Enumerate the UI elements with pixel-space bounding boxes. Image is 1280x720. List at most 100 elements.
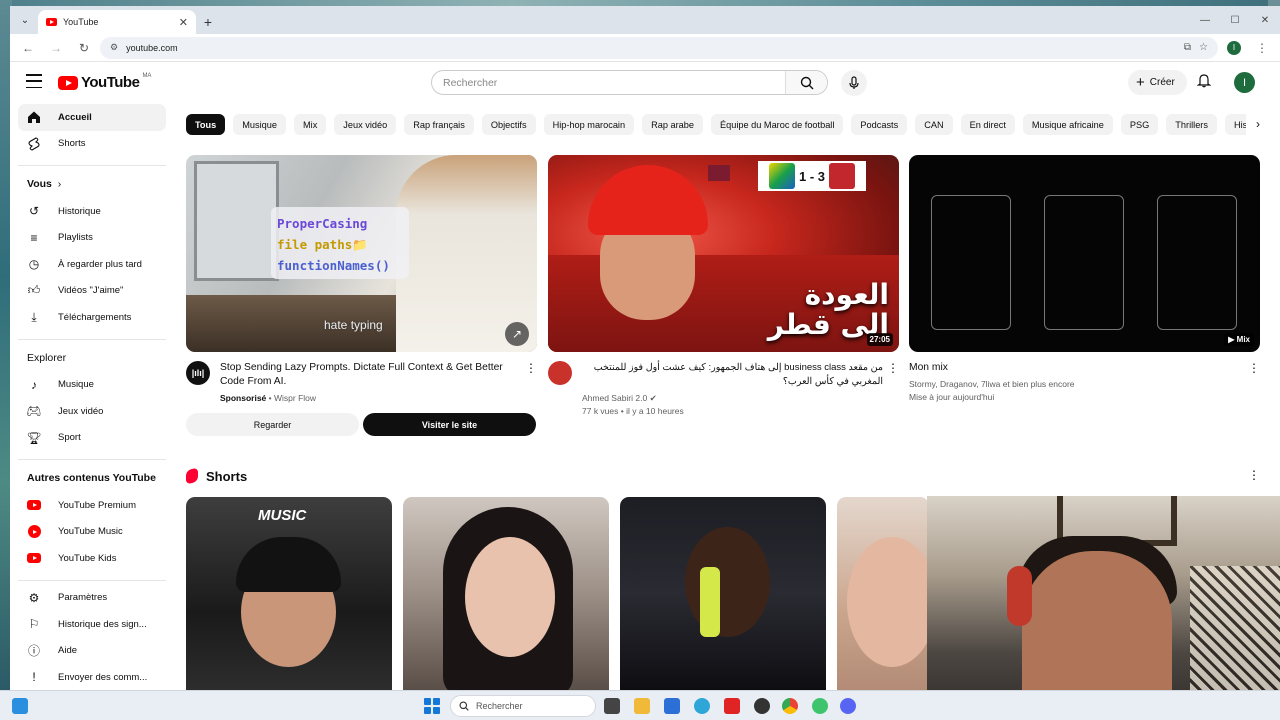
chip-goals[interactable]: Objectifs	[481, 114, 536, 135]
app-green-icon[interactable]	[812, 698, 828, 714]
chip-african-music[interactable]: Musique africaine	[1022, 114, 1113, 135]
account-avatar[interactable]: I	[1234, 72, 1255, 93]
sidebar-item-gaming[interactable]: 🎮︎ Jeux vidéo	[18, 398, 166, 425]
minimize-icon[interactable]: —	[1190, 6, 1220, 34]
widgets-icon[interactable]	[12, 698, 28, 714]
chrome-icon[interactable]	[782, 698, 798, 714]
short-card[interactable]	[620, 497, 826, 690]
more-options-icon[interactable]: ⋮	[1248, 361, 1260, 375]
video-card[interactable]: 1 - 3 العودة الى قطر 27:05 من مقعد busin…	[548, 155, 899, 418]
search-button[interactable]	[785, 71, 827, 94]
video-meta: |ılı| Stop Sending Lazy Prompts. Dictate…	[186, 361, 537, 405]
sidebar-item-youtube-premium[interactable]: YouTube Premium	[18, 492, 166, 519]
tab-search-icon[interactable]: ⌄	[12, 7, 38, 33]
sidebar-item-settings[interactable]: ⚙ Paramètres	[18, 585, 166, 612]
reload-icon[interactable]: ↻	[72, 36, 96, 60]
create-button[interactable]: + Créer	[1128, 70, 1187, 95]
sidebar-item-label: YouTube Premium	[58, 499, 136, 511]
bookmark-star-icon[interactable]: ☆	[1199, 42, 1208, 53]
sidebar-item-label: Envoyer des comm...	[58, 671, 148, 683]
sidebar-item-music[interactable]: ♪ Musique	[18, 372, 166, 399]
sidebar-item-help[interactable]: ⓘ Aide	[18, 638, 166, 665]
channel-name[interactable]: Ahmed Sabiri 2.0	[582, 393, 647, 403]
playing-card-art	[1157, 195, 1237, 330]
sidebar-item-sport[interactable]: 🏆︎ Sport	[18, 425, 166, 452]
video-thumbnail[interactable]: ProperCasing file paths📁 functionNames()…	[186, 155, 537, 352]
start-button[interactable]	[424, 698, 440, 714]
chips-next-chevron-icon[interactable]: ›	[1246, 112, 1270, 136]
channel-name[interactable]: Wispr Flow	[274, 393, 316, 403]
sidebar-item-liked[interactable]: 👍︎ Vidéos "J'aime"	[18, 278, 166, 305]
short-card[interactable]	[403, 497, 609, 690]
sidebar-item-playlists[interactable]: ≡ Playlists	[18, 225, 166, 252]
chip-live[interactable]: En direct	[960, 114, 1015, 135]
visit-site-button[interactable]: Visiter le site	[363, 413, 536, 436]
close-window-icon[interactable]: ✕	[1250, 6, 1280, 34]
chip-video-games[interactable]: Jeux vidéo	[334, 114, 397, 135]
store-icon[interactable]	[664, 698, 680, 714]
task-view-icon[interactable]	[604, 698, 620, 714]
more-options-icon[interactable]: ⋮	[887, 361, 899, 375]
video-thumbnail[interactable]: 1 - 3 العودة الى قطر 27:05	[548, 155, 899, 352]
code-line: functionNames()	[277, 258, 390, 273]
sidebar-item-watch-later[interactable]: ◷ À regarder plus tard	[18, 251, 166, 278]
external-link-icon[interactable]: ↗	[505, 322, 529, 346]
search-input[interactable]: Rechercher	[432, 71, 785, 94]
video-card-ad[interactable]: ProperCasing file paths📁 functionNames()…	[186, 155, 537, 436]
taskbar-search[interactable]: Rechercher	[450, 695, 596, 717]
youtube-logo[interactable]: YouTube MA	[58, 73, 151, 91]
chip-psg[interactable]: PSG	[1120, 114, 1159, 135]
forward-icon[interactable]: →	[44, 36, 68, 60]
chip-arab-rap[interactable]: Rap arabe	[642, 114, 703, 135]
site-info-icon[interactable]: ⚙	[110, 42, 118, 53]
chip-thrillers[interactable]: Thrillers	[1166, 114, 1217, 135]
sidebar-item-history[interactable]: ↺ Historique	[18, 198, 166, 225]
sidebar-item-report-history[interactable]: ⚐ Historique des sign...	[18, 611, 166, 638]
app-dark-icon[interactable]	[754, 698, 770, 714]
notifications-button[interactable]	[1196, 73, 1212, 93]
chip-podcasts[interactable]: Podcasts	[851, 114, 908, 135]
sidebar-item-downloads[interactable]: ⤓ Téléchargements	[18, 304, 166, 331]
chip-all[interactable]: Tous	[186, 114, 226, 135]
video-title[interactable]: من مقعد business class إلى هتاف الجمهور:…	[582, 361, 883, 389]
chip-morocco-football[interactable]: Équipe du Maroc de football	[710, 114, 844, 135]
install-app-icon[interactable]: ⧉	[1184, 42, 1191, 53]
channel-avatar[interactable]: |ılı|	[186, 361, 210, 385]
sidebar-item-feedback[interactable]: ! Envoyer des comm...	[18, 664, 166, 690]
more-options-icon[interactable]: ⋮	[525, 361, 537, 375]
chip-french-rap[interactable]: Rap français	[404, 114, 474, 135]
profile-button[interactable]: I	[1222, 36, 1246, 60]
tab-youtube[interactable]: YouTube ✕	[38, 10, 196, 34]
back-icon[interactable]: ←	[16, 36, 40, 60]
sidebar-item-shorts[interactable]: Shorts	[18, 131, 166, 158]
browser-menu-icon[interactable]: ⋮	[1250, 36, 1274, 60]
maximize-icon[interactable]: ☐	[1220, 6, 1250, 34]
chip-music[interactable]: Musique	[233, 114, 286, 135]
discord-icon[interactable]	[840, 698, 856, 714]
chip-moroccan-hiphop[interactable]: Hip-hop marocain	[543, 114, 635, 135]
video-thumbnail[interactable]: ▶ Mix	[909, 155, 1260, 352]
sidebar-item-home[interactable]: Accueil	[18, 104, 166, 131]
sidebar-section-you[interactable]: Vous ›	[18, 170, 166, 198]
video-title[interactable]: Mon mix	[909, 361, 1240, 375]
watch-button[interactable]: Regarder	[186, 413, 359, 436]
menu-icon[interactable]	[26, 74, 42, 88]
channel-avatar[interactable]	[548, 361, 572, 385]
short-card[interactable]: MUSIC	[186, 497, 392, 690]
new-tab-button[interactable]: +	[196, 10, 220, 34]
file-explorer-icon[interactable]	[634, 698, 650, 714]
webcam-overlay	[927, 496, 1280, 720]
sidebar-item-youtube-music[interactable]: YouTube Music	[18, 519, 166, 546]
chip-can[interactable]: CAN	[915, 114, 953, 135]
address-bar[interactable]: ⚙ youtube.com ⧉ ☆	[100, 36, 1218, 59]
voice-search-button[interactable]	[841, 70, 867, 96]
video-title[interactable]: Stop Sending Lazy Prompts. Dictate Full …	[220, 361, 521, 389]
sidebar-item-youtube-kids[interactable]: YouTube Kids	[18, 545, 166, 572]
short-card[interactable]	[837, 497, 929, 690]
app-red-icon[interactable]	[724, 698, 740, 714]
mix-card[interactable]: ▶ Mix Mon mix Stormy, Draganov, 7liwa et…	[909, 155, 1260, 404]
chip-mix[interactable]: Mix	[294, 114, 327, 135]
more-options-icon[interactable]: ⋮	[1248, 468, 1260, 482]
edge-icon[interactable]	[694, 698, 710, 714]
tab-close-icon[interactable]: ✕	[179, 16, 188, 29]
